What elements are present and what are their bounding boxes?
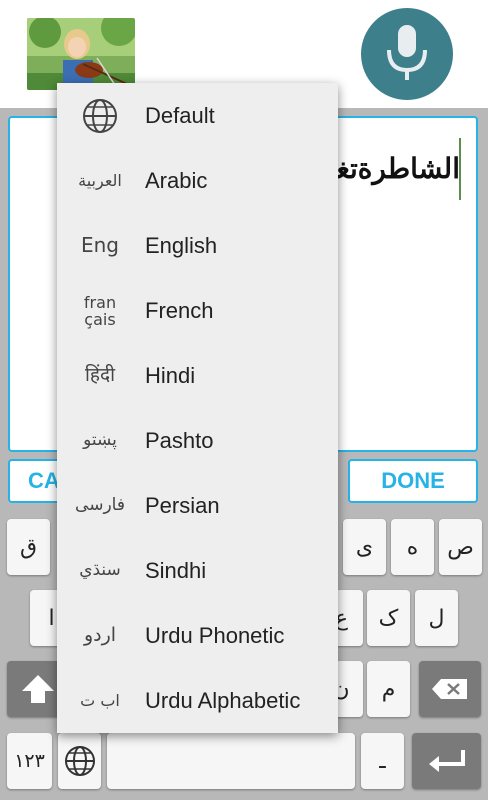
globe-icon [64, 746, 95, 776]
key-sad[interactable]: ص [439, 519, 482, 575]
pashto-script-icon: پښتو [83, 430, 117, 450]
language-label: Urdu Phonetic [145, 623, 285, 648]
done-button[interactable]: DONE [348, 459, 478, 503]
language-option-pashto[interactable]: پښتو Pashto [57, 408, 338, 473]
key-kaf[interactable]: ک [367, 590, 410, 646]
language-key[interactable] [58, 733, 101, 789]
language-label: French [145, 298, 214, 323]
backspace-key[interactable] [419, 661, 481, 717]
profile-photo[interactable] [27, 18, 135, 90]
editor-text: الشاطرةتغذ [321, 152, 460, 185]
numbers-key[interactable]: ۱۲۳ [7, 733, 52, 789]
hindi-script-icon: हिंदी [84, 364, 116, 386]
language-option-hindi[interactable]: हिंदी Hindi [57, 343, 338, 408]
microphone-button[interactable] [361, 8, 453, 100]
key-qaf[interactable]: ق [7, 519, 50, 575]
text-cursor [459, 138, 461, 200]
urdu-alphabet-icon: اب ت [80, 691, 120, 710]
persian-script-icon: فارسی [75, 495, 125, 515]
enter-arrow-icon [428, 750, 465, 772]
language-menu: Default العربية Arabic Eng English fran … [57, 83, 338, 733]
language-label: Default [145, 103, 215, 128]
space-key[interactable] [107, 733, 355, 789]
language-label: Pashto [145, 428, 214, 453]
key-alif-maqsura[interactable]: ى [343, 519, 386, 575]
key-meem[interactable]: م [367, 661, 410, 717]
language-label: Persian [145, 493, 220, 518]
language-option-urdu-alphabetic[interactable]: اب ت Urdu Alphabetic [57, 668, 338, 733]
language-option-default[interactable]: Default [57, 83, 338, 148]
microphone-icon [387, 25, 427, 80]
language-label: Hindi [145, 363, 196, 388]
globe-icon [57, 83, 143, 148]
language-option-arabic[interactable]: العربية Arabic [57, 148, 338, 213]
language-label: Urdu Alphabetic [145, 688, 301, 713]
language-label: English [145, 233, 218, 258]
key-lam[interactable]: ل [415, 590, 458, 646]
key-heh[interactable]: ه [391, 519, 434, 575]
backspace-icon [432, 679, 467, 699]
urdu-script-icon: اردو [83, 624, 117, 646]
language-option-english[interactable]: Eng English [57, 213, 338, 278]
sindhi-script-icon: سنڌي [79, 560, 121, 580]
language-label: Arabic [145, 168, 208, 193]
language-option-urdu-phonetic[interactable]: اردو Urdu Phonetic [57, 603, 338, 668]
english-script-icon: Eng [80, 233, 119, 257]
shift-arrow-icon [22, 675, 54, 703]
language-option-french[interactable]: fran çais French [57, 278, 338, 343]
arabic-script-icon: العربية [78, 171, 122, 190]
french-script-icon: fran çais [83, 292, 117, 329]
language-option-persian[interactable]: فارسی Persian [57, 473, 338, 538]
language-label: Sindhi [145, 558, 207, 583]
enter-key[interactable] [412, 733, 481, 789]
tatweel-key[interactable]: ـ [361, 733, 404, 789]
language-option-sindhi[interactable]: سنڌي Sindhi [57, 538, 338, 603]
